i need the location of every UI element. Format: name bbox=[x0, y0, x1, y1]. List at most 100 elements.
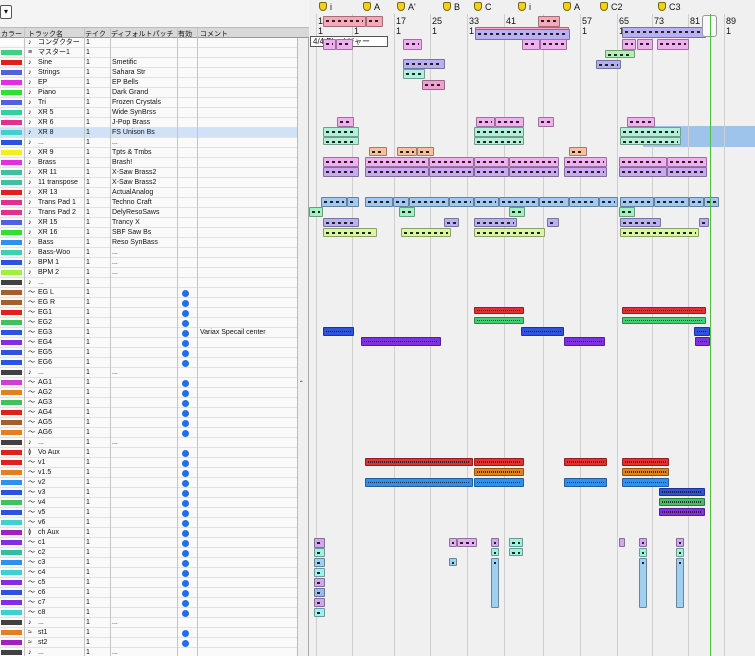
track-name[interactable]: AG3 bbox=[38, 398, 84, 408]
midi-region[interactable] bbox=[449, 197, 474, 207]
enabled-dot-icon[interactable] bbox=[182, 360, 189, 367]
audio-region[interactable] bbox=[474, 458, 524, 466]
midi-region[interactable] bbox=[657, 39, 689, 50]
track-name[interactable]: Strings bbox=[38, 68, 84, 78]
track-take[interactable]: 1 bbox=[86, 118, 90, 128]
track-row[interactable]: ♪ BPM 1 1... bbox=[0, 258, 297, 268]
track-row[interactable]: ♪ Strings 1 Sahara Str bbox=[0, 68, 297, 78]
track-color-swatch[interactable] bbox=[1, 90, 22, 95]
track-name[interactable]: Trans Pad 2 bbox=[38, 208, 84, 218]
track-take[interactable]: 1 bbox=[86, 648, 90, 656]
track-patch[interactable]: ... bbox=[112, 438, 118, 448]
track-take[interactable]: 1 bbox=[86, 128, 90, 138]
midi-region[interactable] bbox=[619, 157, 667, 167]
midi-region[interactable] bbox=[323, 218, 359, 227]
track-take[interactable]: 1 bbox=[86, 208, 90, 218]
track-name[interactable]: Tri bbox=[38, 98, 84, 108]
midi-region[interactable] bbox=[699, 218, 709, 227]
track-row[interactable]: 〜 AG4 1 bbox=[0, 408, 297, 418]
track-row[interactable]: ♪ Tri 1 Frozen Crystals bbox=[0, 98, 297, 108]
track-patch[interactable]: J-Pop Brass bbox=[112, 118, 150, 128]
track-patch[interactable]: ... bbox=[112, 258, 118, 268]
track-name[interactable]: EG L bbox=[38, 288, 84, 298]
midi-region[interactable] bbox=[619, 207, 635, 217]
track-row[interactable]: ≈ st1 1 bbox=[0, 628, 297, 638]
track-row[interactable]: ♪ XR 8 1 FS Unison Bs bbox=[0, 128, 297, 138]
track-row[interactable]: 〜 EG2 1 bbox=[0, 318, 297, 328]
midi-region[interactable] bbox=[509, 157, 559, 167]
track-name[interactable]: Sine bbox=[38, 58, 84, 68]
track-row[interactable]: ♪ Piano 1 Dark Grand bbox=[0, 88, 297, 98]
track-name[interactable]: XR 11 bbox=[38, 168, 84, 178]
midi-region[interactable] bbox=[369, 147, 387, 156]
track-patch[interactable]: SBF Saw Bs bbox=[112, 228, 151, 238]
enabled-dot-icon[interactable] bbox=[182, 300, 189, 307]
track-name[interactable]: XR 8 bbox=[38, 128, 84, 138]
track-color-swatch[interactable] bbox=[1, 190, 22, 195]
track-name[interactable]: コンダクター bbox=[38, 38, 84, 48]
midi-region[interactable] bbox=[509, 207, 525, 217]
midi-region[interactable] bbox=[637, 39, 653, 50]
audio-region[interactable] bbox=[365, 458, 473, 466]
track-color-swatch[interactable] bbox=[1, 530, 22, 535]
track-row[interactable]: ♪ Bass-Woo 1... bbox=[0, 248, 297, 258]
track-take[interactable]: 1 bbox=[86, 308, 90, 318]
track-patch[interactable]: ... bbox=[112, 248, 118, 258]
track-color-swatch[interactable] bbox=[1, 130, 22, 135]
audio-region[interactable] bbox=[474, 478, 524, 487]
midi-region[interactable] bbox=[474, 167, 509, 177]
arrange-view[interactable]: iAA'BCiAC2C3 119117125133141149157165173… bbox=[309, 0, 755, 656]
midi-region[interactable] bbox=[619, 167, 667, 177]
midi-region[interactable] bbox=[620, 197, 654, 207]
track-row[interactable]: 〜 c7 1 bbox=[0, 598, 297, 608]
track-take[interactable]: 1 bbox=[86, 48, 90, 58]
track-take[interactable]: 1 bbox=[86, 248, 90, 258]
track-name[interactable]: v1.5 bbox=[38, 468, 84, 478]
track-take[interactable]: 1 bbox=[86, 238, 90, 248]
bar-number[interactable]: 57 1 bbox=[582, 16, 592, 36]
track-name[interactable]: Vo Aux bbox=[38, 448, 84, 458]
midi-region[interactable] bbox=[499, 197, 539, 207]
track-row[interactable]: ♪ XR 11 1 X-Saw Brass2 bbox=[0, 168, 297, 178]
track-name[interactable]: AG5 bbox=[38, 418, 84, 428]
midi-region[interactable] bbox=[474, 137, 524, 145]
track-row[interactable]: 〜 AG6 1 bbox=[0, 428, 297, 438]
track-take[interactable]: 1 bbox=[86, 508, 90, 518]
track-patch[interactable]: Brash! bbox=[112, 158, 132, 168]
enabled-dot-icon[interactable] bbox=[182, 610, 189, 617]
track-color-swatch[interactable] bbox=[1, 510, 22, 515]
track-name[interactable]: Trans Pad 1 bbox=[38, 198, 84, 208]
track-take[interactable]: 1 bbox=[86, 318, 90, 328]
midi-region[interactable] bbox=[569, 197, 599, 207]
track-color-swatch[interactable] bbox=[1, 340, 22, 345]
track-color-swatch[interactable] bbox=[1, 200, 22, 205]
track-take[interactable]: 1 bbox=[86, 418, 90, 428]
track-patch[interactable]: Trancy X bbox=[112, 218, 140, 228]
track-name[interactable]: ... bbox=[38, 278, 84, 288]
track-take[interactable]: 1 bbox=[86, 498, 90, 508]
audio-region[interactable] bbox=[622, 458, 669, 466]
track-row[interactable]: ♪... 1... bbox=[0, 438, 297, 448]
track-take[interactable]: 1 bbox=[86, 188, 90, 198]
track-take[interactable]: 1 bbox=[86, 488, 90, 498]
track-take[interactable]: 1 bbox=[86, 538, 90, 548]
track-row[interactable]: 〜 AG1 1 bbox=[0, 378, 297, 388]
track-color-swatch[interactable] bbox=[1, 460, 22, 465]
enabled-dot-icon[interactable] bbox=[182, 640, 189, 647]
track-color-swatch[interactable] bbox=[1, 100, 22, 105]
midi-region[interactable] bbox=[314, 538, 325, 548]
track-take[interactable]: 1 bbox=[86, 358, 90, 368]
midi-region[interactable] bbox=[429, 167, 474, 177]
track-take[interactable]: 1 bbox=[86, 158, 90, 168]
midi-region[interactable] bbox=[409, 197, 449, 207]
track-take[interactable]: 1 bbox=[86, 108, 90, 118]
pane-splitter[interactable]: ˆ bbox=[297, 38, 309, 656]
track-take[interactable]: 1 bbox=[86, 468, 90, 478]
track-color-swatch[interactable] bbox=[1, 620, 22, 625]
track-color-swatch[interactable] bbox=[1, 80, 22, 85]
midi-region[interactable] bbox=[596, 60, 621, 69]
midi-region[interactable] bbox=[401, 228, 451, 237]
track-row[interactable]: 〜 c3 1 bbox=[0, 558, 297, 568]
track-take[interactable]: 1 bbox=[86, 628, 90, 638]
bar-number[interactable]: 25 1 bbox=[432, 16, 442, 36]
